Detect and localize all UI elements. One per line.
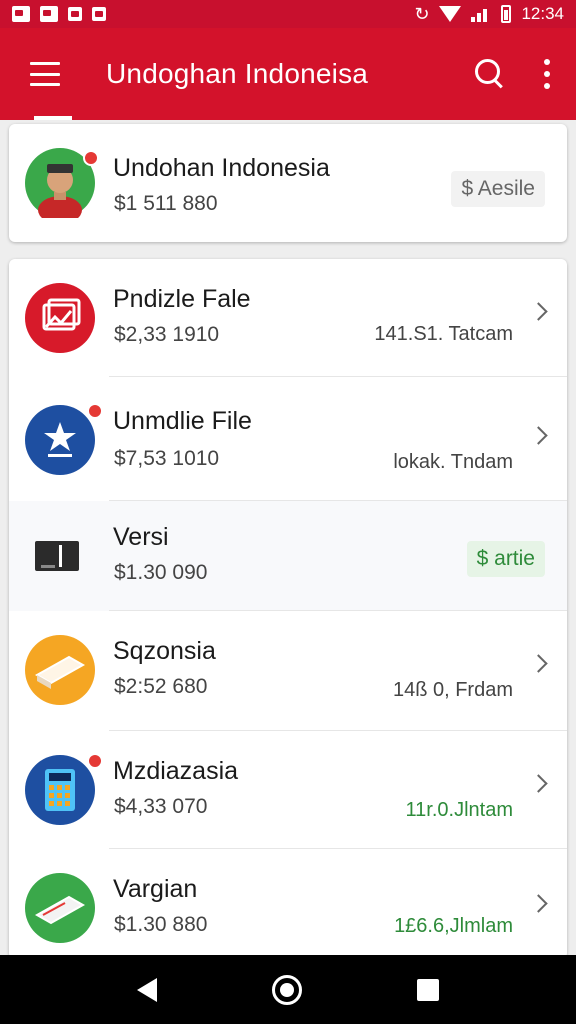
item-name: Versi — [113, 523, 169, 551]
item-amount: $2:52 680 — [114, 675, 208, 698]
item-name: Mzdiazasia — [113, 757, 239, 785]
chevron-right-icon — [529, 654, 548, 673]
item-amount: $2,33 1910 — [114, 323, 220, 346]
recents-icon[interactable] — [416, 978, 439, 1001]
item-name: Pndizle Fale — [113, 285, 251, 313]
system-nav-bar — [0, 955, 576, 1024]
home-icon[interactable] — [271, 974, 302, 1005]
notification-icon — [12, 6, 30, 22]
avatar — [25, 521, 95, 591]
chevron-right-icon — [529, 774, 548, 793]
star-icon — [44, 422, 76, 457]
list-item[interactable]: Unmdlie File $7,53 1010 lokak. Tndam — [9, 377, 567, 501]
sync-icon: ↻ — [414, 3, 430, 24]
avatar — [25, 873, 95, 943]
transactions-list: Pndizle Fale $2,33 1910 141.S1. Tatcam U… — [9, 259, 567, 959]
clipboard-icon — [92, 7, 106, 21]
item-amount: $1.30 090 — [114, 561, 208, 584]
item-amount: $7,53 1010 — [114, 447, 220, 470]
account-status-pill[interactable]: $ Aesile — [451, 171, 545, 207]
item-meta: 1£6.6,Jlmlam — [394, 915, 513, 937]
battery-icon — [501, 5, 512, 23]
item-meta: 141.S1. Tatcam — [374, 323, 513, 345]
status-bar: ↻ 12:34 — [0, 0, 576, 28]
status-left-icons — [12, 6, 106, 22]
notification-badge — [87, 753, 103, 769]
app-title: Undoghan Indoneisa — [106, 58, 369, 89]
list-item[interactable]: Mzdiazasia $4,33 070 11r.0.Jlntam — [9, 731, 567, 849]
avatar — [25, 405, 95, 475]
account-name: Undohan Indonesia — [113, 154, 330, 182]
list-item[interactable]: Versi $1.30 090 $ artie — [9, 501, 567, 611]
tab-indicator — [34, 116, 72, 120]
item-name: Sqzonsia — [113, 637, 216, 665]
chevron-right-icon — [529, 894, 548, 913]
account-amount: $1 511 880 — [114, 192, 218, 215]
avatar — [25, 755, 95, 825]
chevron-right-icon — [529, 426, 548, 445]
status-time: 12:34 — [521, 4, 564, 23]
menu-icon[interactable] — [30, 62, 60, 86]
image-icon — [42, 298, 81, 331]
avatar — [25, 635, 95, 705]
list-item[interactable]: Sqzonsia $2:52 680 14ß 0, Frdam — [9, 611, 567, 731]
item-name: Unmdlie File — [113, 407, 252, 435]
notification-badge — [83, 150, 99, 166]
list-item[interactable]: Pndizle Fale $2,33 1910 141.S1. Tatcam — [9, 259, 567, 377]
item-amount: $1.30 880 — [114, 913, 208, 936]
notification-badge — [87, 403, 103, 419]
item-amount: $4,33 070 — [114, 795, 208, 818]
more-vert-icon[interactable] — [542, 59, 552, 89]
item-name: Vargian — [113, 875, 198, 903]
card-reader-icon — [35, 541, 79, 571]
item-meta: lokak. Tndam — [393, 451, 513, 473]
item-status-pill[interactable]: $ artie — [466, 541, 545, 577]
ticket-icon — [34, 895, 86, 925]
back-icon[interactable] — [137, 977, 158, 1002]
ticket-icon — [34, 655, 86, 689]
calculator-icon — [45, 769, 75, 811]
avatar — [25, 283, 95, 353]
search-icon[interactable] — [472, 57, 506, 91]
account-card[interactable]: Undohan Indonesia $1 511 880 $ Aesile — [9, 124, 567, 242]
status-right-icons: ↻ 12:34 — [414, 4, 564, 25]
wifi-icon — [439, 6, 462, 22]
app-icon — [68, 7, 82, 21]
signal-icon — [471, 6, 491, 22]
list-item[interactable]: Vargian $1.30 880 1£6.6,Jlmlam — [9, 849, 567, 959]
item-meta: 11r.0.Jlntam — [405, 799, 513, 821]
whatsapp-icon — [40, 6, 58, 22]
app-bar: Undoghan Indoneisa — [0, 28, 576, 120]
item-meta: 14ß 0, Frdam — [392, 679, 513, 701]
chevron-right-icon — [529, 302, 548, 321]
